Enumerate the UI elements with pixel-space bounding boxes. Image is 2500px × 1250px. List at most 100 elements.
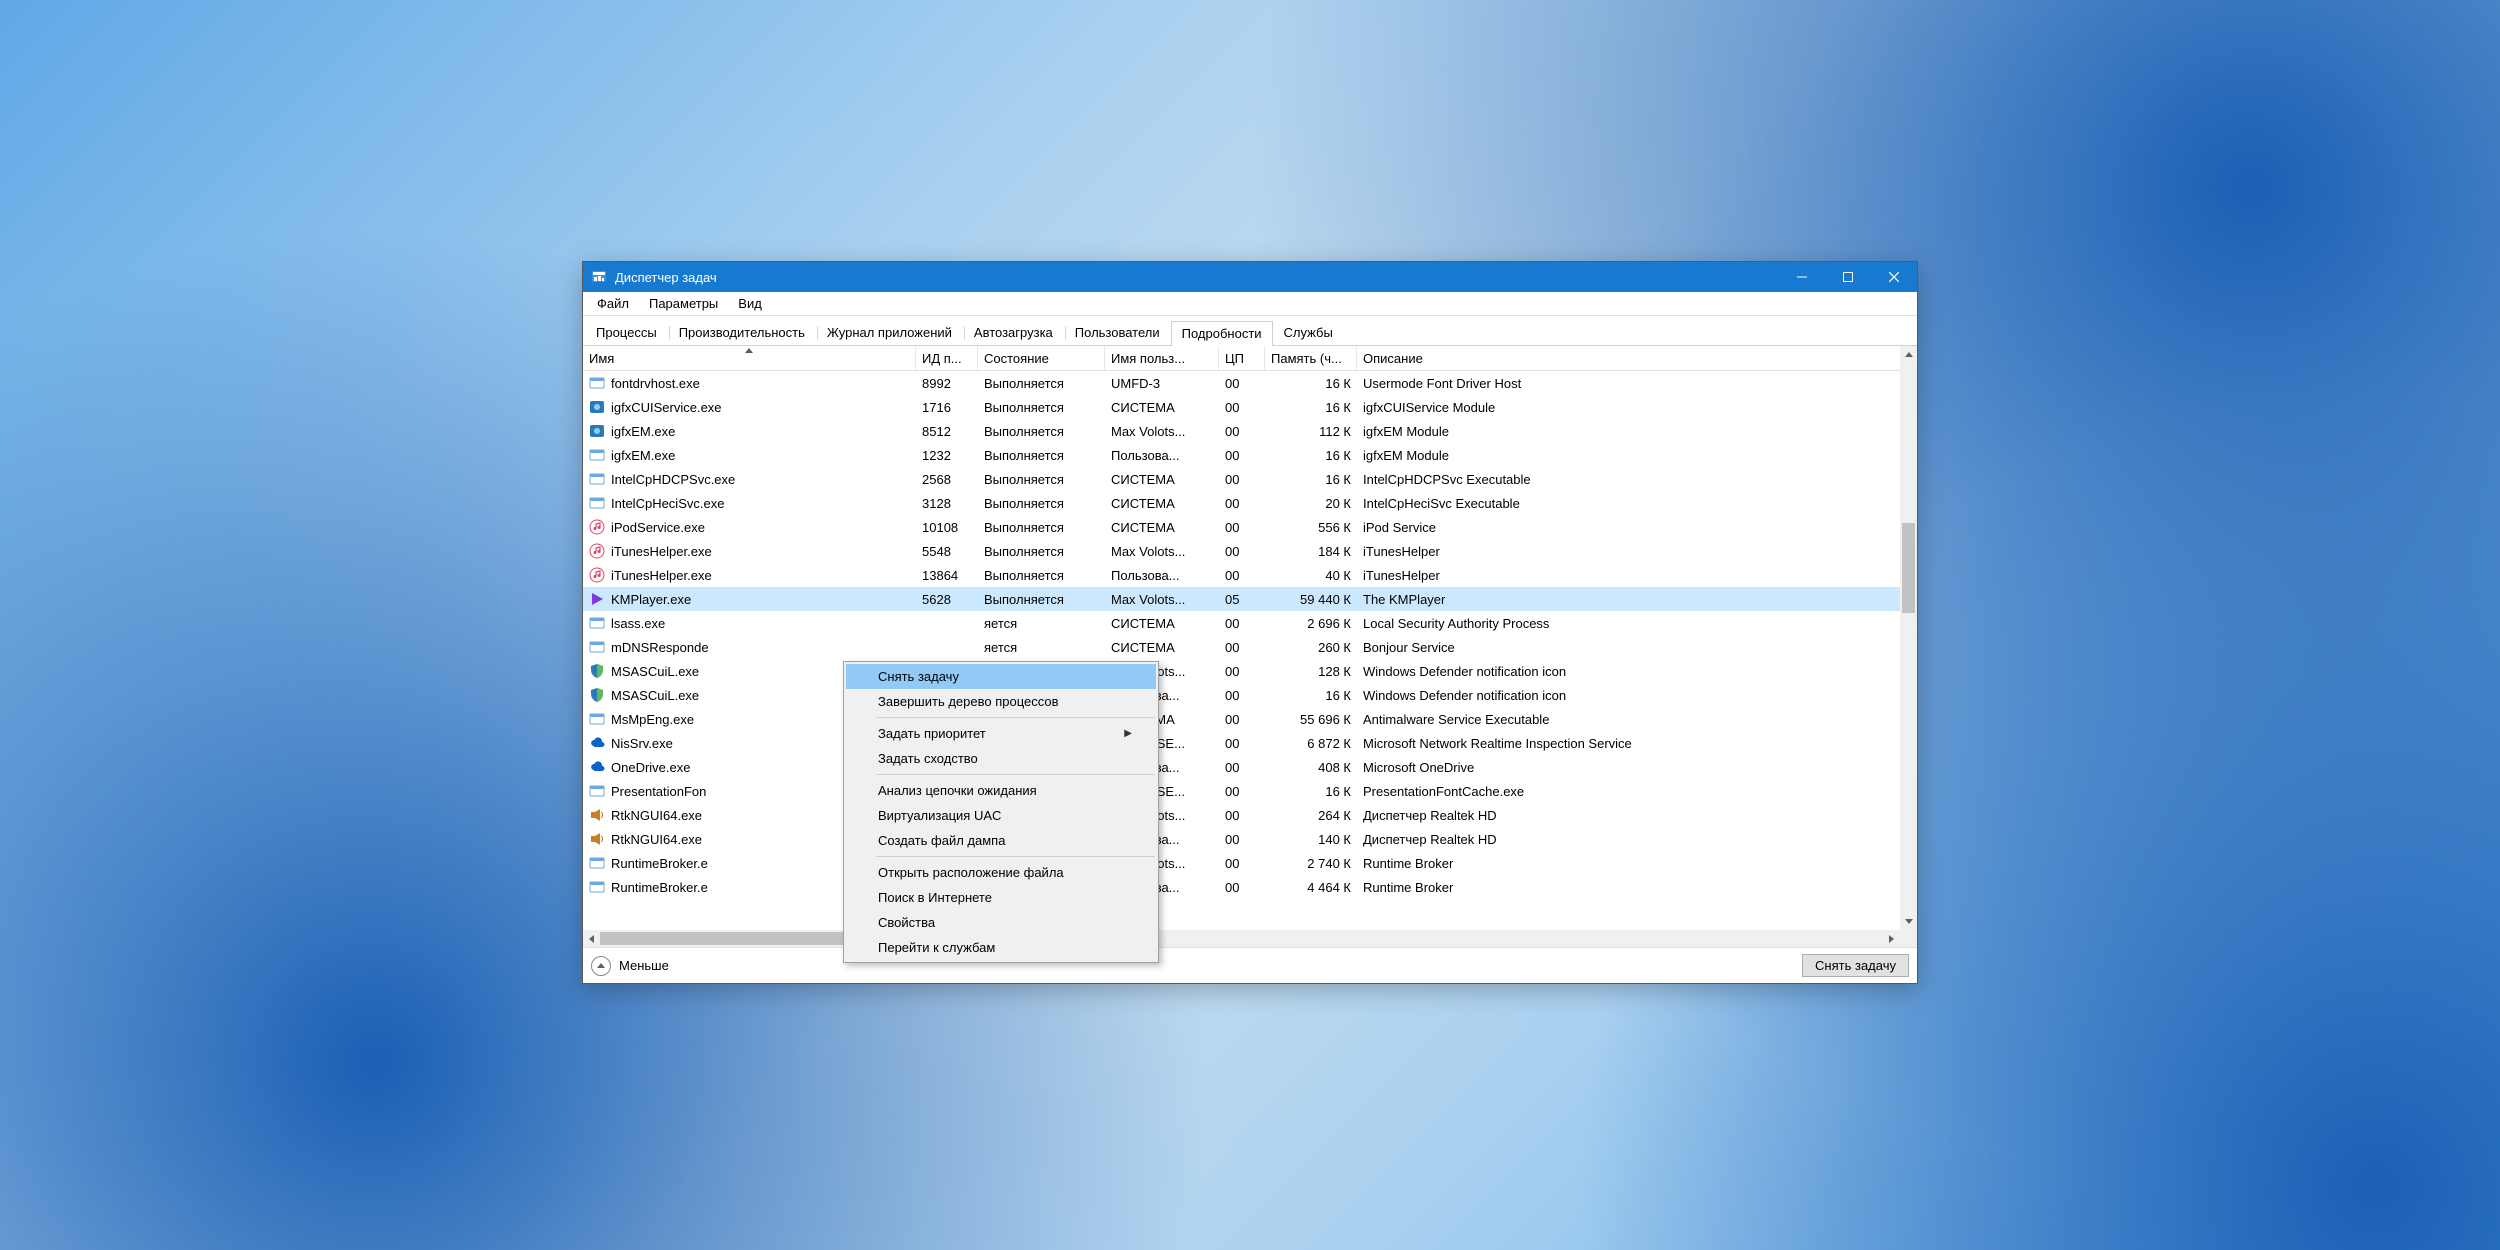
table-row[interactable]: igfxEM.exe1232ВыполняетсяПользова...0016… xyxy=(583,443,1900,467)
table-row[interactable]: RtkNGUI64.exeяетсяMax Volots...00264 КДи… xyxy=(583,803,1900,827)
table-row[interactable]: IntelCpHeciSvc.exe3128ВыполняетсяСИСТЕМА… xyxy=(583,491,1900,515)
menu-file[interactable]: Файл xyxy=(587,294,639,313)
col-user[interactable]: Имя польз... xyxy=(1105,346,1219,370)
end-task-button[interactable]: Снять задачу xyxy=(1802,954,1909,977)
process-name: OneDrive.exe xyxy=(611,760,690,775)
tab-processes[interactable]: Процессы xyxy=(585,320,668,345)
table-row[interactable]: igfxEM.exe8512ВыполняетсяMax Volots...00… xyxy=(583,419,1900,443)
cell-cpu: 00 xyxy=(1219,880,1265,895)
context-menu-label: Снять задачу xyxy=(878,669,959,684)
table-row[interactable]: PresentationFonяетсяLOCAL SE...0016 КPre… xyxy=(583,779,1900,803)
cell-mem: 6 872 К xyxy=(1265,736,1357,751)
context-menu[interactable]: Снять задачу Завершить дерево процессов За… xyxy=(843,661,1159,963)
table-row[interactable]: MsMpEng.exeяетсяСИСТЕМА0055 696 КAntimal… xyxy=(583,707,1900,731)
table-row[interactable]: igfxCUIService.exe1716ВыполняетсяСИСТЕМА… xyxy=(583,395,1900,419)
cell-state: Выполняется xyxy=(978,376,1105,391)
context-menu-item[interactable]: Виртуализация UAC xyxy=(846,803,1156,828)
scroll-down-button[interactable] xyxy=(1900,913,1917,930)
table-row[interactable]: mDNSRespondeяетсяСИСТЕМА00260 КBonjour S… xyxy=(583,635,1900,659)
process-icon xyxy=(589,423,605,439)
scroll-thumb-v[interactable] xyxy=(1902,523,1915,613)
process-name: MSASCuiL.exe xyxy=(611,688,699,703)
context-menu-item[interactable]: Открыть расположение файла xyxy=(846,860,1156,885)
cell-mem: 16 К xyxy=(1265,784,1357,799)
table-row[interactable]: NisSrv.exeяетсяLOCAL SE...006 872 КMicro… xyxy=(583,731,1900,755)
tab-performance[interactable]: Производительность xyxy=(668,320,816,345)
col-state[interactable]: Состояние xyxy=(978,346,1105,370)
menu-options[interactable]: Параметры xyxy=(639,294,728,313)
horizontal-scrollbar[interactable] xyxy=(583,930,1900,947)
process-name: RtkNGUI64.exe xyxy=(611,808,702,823)
scroll-track-h[interactable] xyxy=(600,930,1883,947)
cell-mem: 16 К xyxy=(1265,400,1357,415)
fewer-details-button[interactable]: Меньше xyxy=(591,956,669,976)
context-menu-item[interactable]: Перейти к службам xyxy=(846,935,1156,960)
tab-services[interactable]: Службы xyxy=(1273,320,1344,345)
table-row[interactable]: OneDrive.exeяетсяПользова...00408 КMicro… xyxy=(583,755,1900,779)
minimize-button[interactable] xyxy=(1779,262,1825,292)
cell-name: iPodService.exe xyxy=(583,519,916,535)
tab-startup[interactable]: Автозагрузка xyxy=(963,320,1064,345)
context-menu-item[interactable]: Задать сходство xyxy=(846,746,1156,771)
tab-app-history[interactable]: Журнал приложений xyxy=(816,320,963,345)
col-desc[interactable]: Описание xyxy=(1357,346,1917,370)
titlebar[interactable]: Диспетчер задач xyxy=(583,262,1917,292)
scroll-left-button[interactable] xyxy=(583,930,600,947)
tab-users[interactable]: Пользователи xyxy=(1064,320,1171,345)
context-menu-item[interactable]: Завершить дерево процессов xyxy=(846,689,1156,714)
table-row[interactable]: MSASCuiL.exeяетсяMax Volots...00128 КWin… xyxy=(583,659,1900,683)
process-name: iPodService.exe xyxy=(611,520,705,535)
table-row[interactable]: fontdrvhost.exe8992ВыполняетсяUMFD-30016… xyxy=(583,371,1900,395)
col-cpu[interactable]: ЦП xyxy=(1219,346,1265,370)
cell-pid: 8512 xyxy=(916,424,978,439)
cell-mem: 20 К xyxy=(1265,496,1357,511)
process-name: NisSrv.exe xyxy=(611,736,673,751)
cell-user: СИСТЕМА xyxy=(1105,520,1219,535)
cell-pid: 1716 xyxy=(916,400,978,415)
table-row[interactable]: KMPlayer.exe5628ВыполняетсяMax Volots...… xyxy=(583,587,1900,611)
process-icon xyxy=(589,471,605,487)
context-menu-item[interactable]: Анализ цепочки ожидания xyxy=(846,778,1156,803)
col-mem[interactable]: Память (ч... xyxy=(1265,346,1357,370)
table-row[interactable]: iTunesHelper.exe5548ВыполняетсяMax Volot… xyxy=(583,539,1900,563)
maximize-button[interactable] xyxy=(1825,262,1871,292)
cell-pid: 5628 xyxy=(916,592,978,607)
scroll-right-button[interactable] xyxy=(1883,930,1900,947)
menu-view[interactable]: Вид xyxy=(728,294,772,313)
col-pid[interactable]: ИД п... xyxy=(916,346,978,370)
cell-cpu: 05 xyxy=(1219,592,1265,607)
close-button[interactable] xyxy=(1871,262,1917,292)
cell-desc: Runtime Broker xyxy=(1357,856,1900,871)
table-row[interactable]: RuntimeBroker.eяетсяПользова...004 464 К… xyxy=(583,875,1900,899)
cell-state: Выполняется xyxy=(978,592,1105,607)
cell-cpu: 00 xyxy=(1219,472,1265,487)
tab-details[interactable]: Подробности xyxy=(1171,321,1273,346)
context-menu-item[interactable]: Поиск в Интернете xyxy=(846,885,1156,910)
context-menu-item[interactable]: Свойства xyxy=(846,910,1156,935)
cell-state: яется xyxy=(978,640,1105,655)
cell-pid: 8992 xyxy=(916,376,978,391)
table-row[interactable]: MSASCuiL.exeяетсяПользова...0016 КWindow… xyxy=(583,683,1900,707)
col-name[interactable]: Имя xyxy=(583,346,916,370)
process-icon xyxy=(589,783,605,799)
vertical-scrollbar[interactable] xyxy=(1900,346,1917,930)
process-name: mDNSResponde xyxy=(611,640,709,655)
table-row[interactable]: iTunesHelper.exe13864ВыполняетсяПользова… xyxy=(583,563,1900,587)
table-row[interactable]: RtkNGUI64.exeяетсяПользова...00140 КДисп… xyxy=(583,827,1900,851)
context-menu-item[interactable]: Создать файл дампа xyxy=(846,828,1156,853)
cell-cpu: 00 xyxy=(1219,616,1265,631)
cell-mem: 55 696 К xyxy=(1265,712,1357,727)
process-name: iTunesHelper.exe xyxy=(611,568,712,583)
cell-name: IntelCpHeciSvc.exe xyxy=(583,495,916,511)
context-menu-item[interactable]: Снять задачу xyxy=(846,664,1156,689)
process-icon xyxy=(589,879,605,895)
scroll-up-button[interactable] xyxy=(1900,346,1917,363)
scroll-track-v[interactable] xyxy=(1900,363,1917,913)
table-row[interactable]: RuntimeBroker.eяетсяMax Volots...002 740… xyxy=(583,851,1900,875)
context-menu-item[interactable]: Задать приоритет▶ xyxy=(846,721,1156,746)
table-row[interactable]: lsass.exeяетсяСИСТЕМА002 696 КLocal Secu… xyxy=(583,611,1900,635)
menubar: Файл Параметры Вид xyxy=(583,292,1917,316)
table-row[interactable]: iPodService.exe10108ВыполняетсяСИСТЕМА00… xyxy=(583,515,1900,539)
table-row[interactable]: IntelCpHDCPSvc.exe2568ВыполняетсяСИСТЕМА… xyxy=(583,467,1900,491)
cell-user: СИСТЕМА xyxy=(1105,496,1219,511)
